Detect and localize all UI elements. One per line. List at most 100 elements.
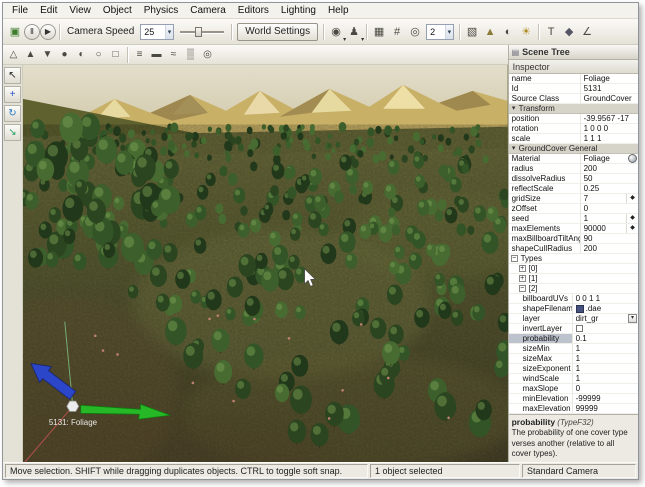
square-brush-icon[interactable]: □	[107, 47, 124, 63]
set-height-icon[interactable]: ≡	[131, 47, 148, 63]
property-value[interactable]: .dae	[573, 304, 638, 313]
property-value[interactable]: 200	[581, 164, 638, 173]
property-value[interactable]: -39.9567 -17	[581, 114, 638, 123]
menu-lighting[interactable]: Lighting	[275, 5, 322, 16]
soft-snap-icon[interactable]: ◎	[406, 23, 424, 41]
property-shapefilename[interactable]: shapeFilename .dae	[508, 304, 638, 314]
property-value[interactable]: 99999	[573, 404, 638, 413]
smooth-terrain-icon[interactable]: ●	[56, 47, 73, 63]
collapse-box-icon[interactable]: −	[510, 255, 518, 262]
lasso-select-icon[interactable]: △	[5, 47, 22, 63]
group-0[interactable]: + [0]	[508, 264, 638, 274]
property-maxslope[interactable]: maxSlope 0	[508, 384, 638, 394]
value-spinner[interactable]: ◆	[626, 224, 638, 233]
flatten-terrain-icon[interactable]: ▬	[148, 47, 165, 63]
property-probability[interactable]: probability 0.1	[508, 334, 638, 344]
property-windscale[interactable]: windScale 1	[508, 374, 638, 384]
chevron-down-icon[interactable]: ▾	[164, 24, 174, 39]
scene-tree-header[interactable]: ▤ Scene Tree	[508, 45, 638, 60]
property-radius[interactable]: radius 200	[508, 164, 638, 174]
property-zoffset[interactable]: zOffset 0	[508, 204, 638, 214]
material-editor-icon[interactable]: ◐	[499, 23, 517, 41]
property-value[interactable]: Foliage	[581, 154, 638, 163]
property-dissolveradius[interactable]: dissolveRadius 50	[508, 174, 638, 184]
property-sizeexponent[interactable]: sizeExponent 1	[508, 364, 638, 374]
property-rotation[interactable]: rotation 1 0 0 0	[508, 124, 638, 134]
terrain-editor-icon[interactable]: ▲	[481, 23, 499, 41]
camera-speed-slider[interactable]	[180, 25, 225, 39]
property-value[interactable]: 1	[573, 374, 638, 383]
menu-editors[interactable]: Editors	[232, 5, 275, 16]
property-value[interactable]: 1 ◆	[581, 214, 638, 223]
shape-editor-icon[interactable]: ◆	[560, 23, 578, 41]
menu-view[interactable]: View	[63, 5, 97, 16]
select-cursor-icon[interactable]: ↖	[4, 67, 21, 84]
move-tool-icon[interactable]: +	[4, 86, 21, 103]
rotate-tool-icon[interactable]: ↻	[4, 105, 21, 122]
value-spinner[interactable]: ◆	[626, 194, 638, 203]
property-value[interactable]: 0.25	[581, 184, 638, 193]
checkbox[interactable]	[575, 325, 583, 332]
property-value[interactable]: 0	[573, 384, 638, 393]
noise-tool-icon[interactable]: ▒	[182, 47, 199, 63]
round-brush-icon[interactable]: ○	[90, 47, 107, 63]
property-material[interactable]: Material Foliage	[508, 154, 638, 164]
property-sizemin[interactable]: sizeMin 1	[508, 344, 638, 354]
menu-object[interactable]: Object	[97, 5, 138, 16]
property-source-class[interactable]: Source Class GroundCover	[508, 94, 638, 104]
menu-file[interactable]: File	[6, 5, 34, 16]
camera-speed-dropdown[interactable]: 25 ▾	[140, 23, 175, 40]
property-invertlayer[interactable]: invertLayer	[508, 324, 638, 334]
group-types[interactable]: − Types	[508, 254, 638, 264]
property-value[interactable]: Foliage	[581, 74, 638, 83]
lower-terrain-icon[interactable]: ▼	[39, 47, 56, 63]
property-value[interactable]	[573, 324, 638, 333]
property-value[interactable]: 1	[573, 344, 638, 353]
world-settings-button[interactable]: World Settings	[237, 22, 319, 41]
property-minelevation[interactable]: minElevation -99999	[508, 394, 638, 404]
property-id[interactable]: Id 5131	[508, 84, 638, 94]
property-value[interactable]: 1 0 0 0	[581, 124, 638, 133]
expand-box-icon[interactable]: +	[518, 265, 526, 272]
snap-to-grid-icon[interactable]: #	[388, 23, 406, 41]
section-groundcover-general[interactable]: ▾ GroundCover General	[508, 144, 638, 154]
property-value[interactable]: 200	[581, 244, 638, 253]
property-value[interactable]: 1 1 1	[581, 134, 638, 143]
menu-help[interactable]: Help	[322, 5, 355, 16]
menu-physics[interactable]: Physics	[138, 5, 184, 16]
property-value[interactable]: 90	[581, 234, 638, 243]
erosion-tool-icon[interactable]: ≈	[165, 47, 182, 63]
property-value[interactable]: 5131	[581, 84, 638, 93]
property-value[interactable]: -99999	[573, 394, 638, 403]
camera-view-icon[interactable]: ◉ ▾	[327, 23, 346, 43]
group-1[interactable]: + [1]	[508, 274, 638, 284]
collapse-arrow-icon[interactable]: ▾	[509, 104, 519, 113]
property-scale[interactable]: scale 1 1 1	[508, 134, 638, 144]
collapse-box-icon[interactable]: −	[518, 285, 526, 292]
play-button[interactable]: ▶	[40, 23, 56, 40]
property-position[interactable]: position -39.9567 -17	[508, 114, 638, 124]
property-value[interactable]: 7 ◆	[581, 194, 638, 203]
inspector-header[interactable]: Inspector	[508, 60, 638, 74]
collapse-arrow-icon[interactable]: ▾	[509, 144, 519, 153]
property-value[interactable]: 0 0 1 1	[573, 294, 638, 303]
value-spinner[interactable]: ◆	[626, 214, 638, 223]
text-tool-icon[interactable]: T	[542, 23, 560, 41]
group-2[interactable]: − [2]	[508, 284, 638, 294]
property-billboarduvs[interactable]: billboardUVs 0 0 1 1	[508, 294, 638, 304]
measure-tool-icon[interactable]: ∠	[578, 23, 596, 41]
dropdown-button[interactable]: ▾	[628, 314, 637, 323]
material-preview-icon[interactable]	[628, 154, 637, 163]
viewport-3d[interactable]: 5131: Foliage	[23, 65, 508, 462]
camera-speed-slider-thumb[interactable]	[195, 26, 203, 37]
property-layer[interactable]: layer dirt_gr ▾	[508, 314, 638, 324]
property-sizemax[interactable]: sizeMax 1	[508, 354, 638, 364]
scale-tool-icon[interactable]: ↘	[4, 124, 21, 141]
raise-terrain-icon[interactable]: ▲	[22, 47, 39, 63]
property-gridsize[interactable]: gridSize 7 ◆	[508, 194, 638, 204]
property-maxelements[interactable]: maxElements 90000 ◆	[508, 224, 638, 234]
grid-visibility-icon[interactable]: ▦	[370, 23, 388, 41]
property-value[interactable]: dirt_gr ▾	[573, 314, 638, 323]
property-seed[interactable]: seed 1 ◆	[508, 214, 638, 224]
chevron-down-icon[interactable]: ▾	[444, 24, 454, 39]
